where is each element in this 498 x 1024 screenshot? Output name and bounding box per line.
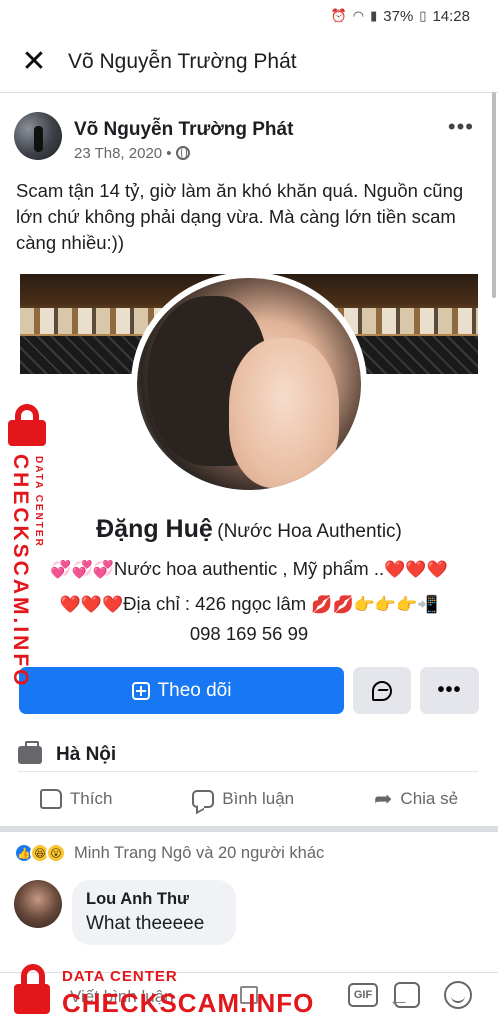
like-label: Thích [69, 789, 113, 808]
post-text: Scam tận 14 tỷ, giờ làm ăn khó khăn quá.… [16, 180, 464, 253]
message-button[interactable] [353, 667, 411, 714]
commenter-avatar[interactable] [14, 880, 62, 928]
post-meta: 23 Th8, 2020 • [74, 145, 293, 162]
profile-photo [137, 278, 361, 490]
post-options-icon[interactable]: ••• [448, 114, 474, 140]
like-button[interactable]: Thích [39, 789, 113, 809]
location-text: Hà Nội [56, 743, 117, 765]
header-divider [0, 92, 498, 93]
bio-emoji-hearts: 💞💞💞 [50, 560, 114, 579]
watermark-bottom: DATA CENTER CHECKSCAM.INFO [0, 960, 313, 1024]
follow-plus-icon [131, 681, 150, 700]
bio-address: Địa chỉ : 426 ngọc lâm [123, 593, 312, 614]
watermark-sub: DATA CENTER [33, 456, 44, 548]
follow-button[interactable]: Theo dõi [19, 667, 344, 714]
page-category: (Nước Hoa Authentic) [217, 521, 402, 542]
reactions-summary[interactable]: 👍 😆 😮 Minh Trang Ngô và 20 người khác [14, 842, 324, 864]
comment-text: What theeeee [86, 913, 205, 934]
more-options-button[interactable]: ••• [420, 667, 479, 714]
comment-icon [192, 790, 215, 808]
alarm-icon: ⏰ [330, 8, 347, 23]
signal-icon: ▮ [370, 8, 378, 23]
top-header: ✕ Võ Nguyễn Trường Phát [0, 36, 498, 88]
share-label: Chia sẻ [400, 789, 459, 808]
comment-item: Lou Anh Thư What theeeee [14, 880, 236, 945]
comment-author[interactable]: Lou Anh Thư [86, 890, 222, 909]
page-name-line: Đặng Huệ (Nước Hoa Authentic) [0, 515, 498, 544]
messenger-icon [372, 680, 392, 701]
section-divider [0, 826, 498, 832]
watermark-brand: CHECKSCAM.INFO [9, 454, 32, 689]
emoji-icon[interactable] [444, 981, 472, 1009]
header-title: Võ Nguyễn Trường Phát [68, 50, 297, 73]
poster-avatar[interactable] [14, 112, 62, 160]
share-button[interactable]: ➦ Chia sẻ [374, 786, 458, 812]
bio-phone: 098 169 56 99 [189, 623, 309, 644]
bio-text-1: Nước hoa authentic , Mỹ phẩm .. [113, 558, 385, 579]
bio-line-2: ❤️❤️❤️Địa chỉ : 426 ngọc lâm 💋💋👉👉👉📲 [0, 593, 498, 615]
share-icon: ➦ [373, 786, 393, 811]
post-header: Võ Nguyễn Trường Phát 23 Th8, 2020 • ••• [14, 112, 484, 168]
gif-button[interactable]: GIF [348, 983, 378, 1007]
briefcase-icon [18, 740, 42, 764]
close-icon[interactable]: ✕ [0, 47, 68, 77]
profile-picture[interactable] [131, 272, 367, 496]
globe-icon [175, 146, 190, 160]
watermark-brand-bottom: CHECKSCAM.INFO [62, 988, 315, 1018]
scrollbar[interactable] [492, 92, 496, 298]
back-arrow-icon[interactable]: ← [388, 986, 410, 1012]
reactions-text: Minh Trang Ngô và 20 người khác [74, 843, 325, 862]
poster-info: Võ Nguyễn Trường Phát 23 Th8, 2020 • [74, 112, 293, 168]
clock: 14:28 [432, 7, 470, 25]
comment-bubble[interactable]: Lou Anh Thư What theeeee [72, 880, 236, 945]
post-action-bar: Thích Bình luận ➦ Chia sẻ [0, 780, 498, 818]
watermark-sub-bottom: DATA CENTER [62, 968, 178, 985]
thumbs-up-icon [39, 789, 62, 809]
comment-button[interactable]: Bình luận [192, 789, 294, 809]
battery-icon: ▯ [419, 8, 427, 23]
poster-name[interactable]: Võ Nguyễn Trường Phát [74, 119, 293, 141]
comment-label: Bình luận [222, 789, 295, 808]
bio-emoji-trail: 💋💋👉👉👉📲 [311, 595, 439, 614]
bio-red-hearts-1: ❤️❤️❤️ [384, 560, 448, 579]
battery-level: 37% [383, 7, 414, 25]
watermark-lock-icon [4, 404, 50, 446]
watermark-side: CHECKSCAM.INFO DATA CENTER [2, 404, 58, 689]
page-name[interactable]: Đặng Huệ [96, 515, 213, 543]
bio-line-1: 💞💞💞Nước hoa authentic , Mỹ phẩm ..❤️❤️❤️ [0, 558, 498, 580]
status-bar: ⏰ ◠ ▮ 37% ▯ 14:28 [0, 0, 498, 32]
wow-reaction-icon: 😮 [46, 843, 66, 863]
bio-red-hearts-2: ❤️❤️❤️ [59, 595, 124, 614]
location-row: Hà Nội [18, 738, 478, 772]
wifi-icon: ◠ [352, 8, 365, 23]
follow-label: Theo dõi [157, 679, 232, 701]
watermark-lock-icon-bottom [10, 964, 56, 1014]
post-date[interactable]: 23 Th8, 2020 • [74, 145, 172, 162]
